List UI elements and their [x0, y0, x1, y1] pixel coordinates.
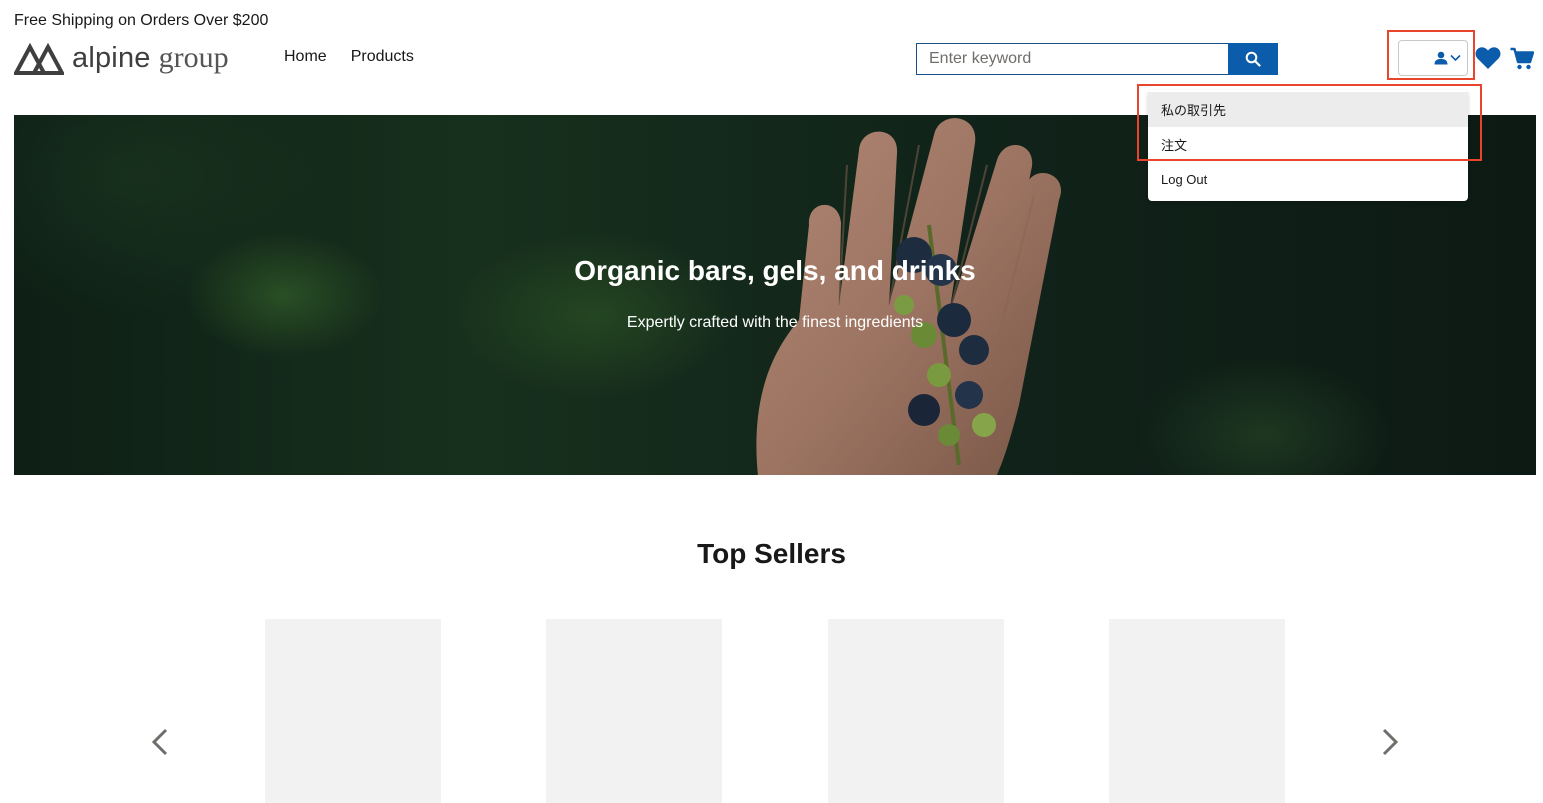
- carousel-prev-button[interactable]: [150, 727, 170, 762]
- nav-products-link[interactable]: Products: [351, 48, 414, 66]
- chevron-left-icon: [151, 728, 168, 756]
- product-card-placeholder[interactable]: [546, 619, 722, 803]
- heart-icon: [1475, 47, 1501, 69]
- user-icon: [1434, 51, 1448, 65]
- search-input[interactable]: [916, 43, 1228, 75]
- search-button[interactable]: [1228, 43, 1278, 75]
- hand-berries-image: [756, 118, 1061, 475]
- hero-subtitle: Expertly crafted with the finest ingredi…: [626, 314, 924, 331]
- nav-home-link[interactable]: Home: [284, 48, 327, 66]
- carousel-next-button[interactable]: [1380, 727, 1400, 762]
- product-card-placeholder[interactable]: [828, 619, 1004, 803]
- wishlist-button[interactable]: [1475, 46, 1501, 75]
- search-bar: [916, 43, 1278, 75]
- site-logo[interactable]: alpine group: [14, 38, 229, 78]
- product-card-placeholder[interactable]: [1109, 619, 1285, 803]
- main-nav: Home Products: [284, 48, 414, 66]
- logo-text-alpine: alpine: [72, 41, 151, 74]
- user-menu-button[interactable]: [1398, 40, 1468, 76]
- menu-item-logout[interactable]: Log Out: [1148, 162, 1468, 197]
- top-sellers-heading: Top Sellers: [697, 538, 846, 569]
- chevron-down-icon: [1450, 54, 1461, 62]
- promo-banner: Free Shipping on Orders Over $200: [14, 12, 269, 29]
- cart-icon: [1510, 47, 1535, 70]
- cart-button[interactable]: [1510, 47, 1535, 76]
- logo-text-group: group: [158, 41, 229, 74]
- user-dropdown-menu: 私の取引先 注文 Log Out: [1148, 90, 1468, 201]
- menu-item-orders[interactable]: 注文: [1148, 127, 1468, 162]
- search-icon: [1245, 51, 1261, 67]
- mountain-logo-icon: [14, 42, 64, 75]
- chevron-right-icon: [1382, 728, 1399, 756]
- hero-title: Organic bars, gels, and drinks: [574, 255, 976, 286]
- product-card-placeholder[interactable]: [265, 619, 441, 803]
- menu-item-my-account[interactable]: 私の取引先: [1148, 92, 1468, 127]
